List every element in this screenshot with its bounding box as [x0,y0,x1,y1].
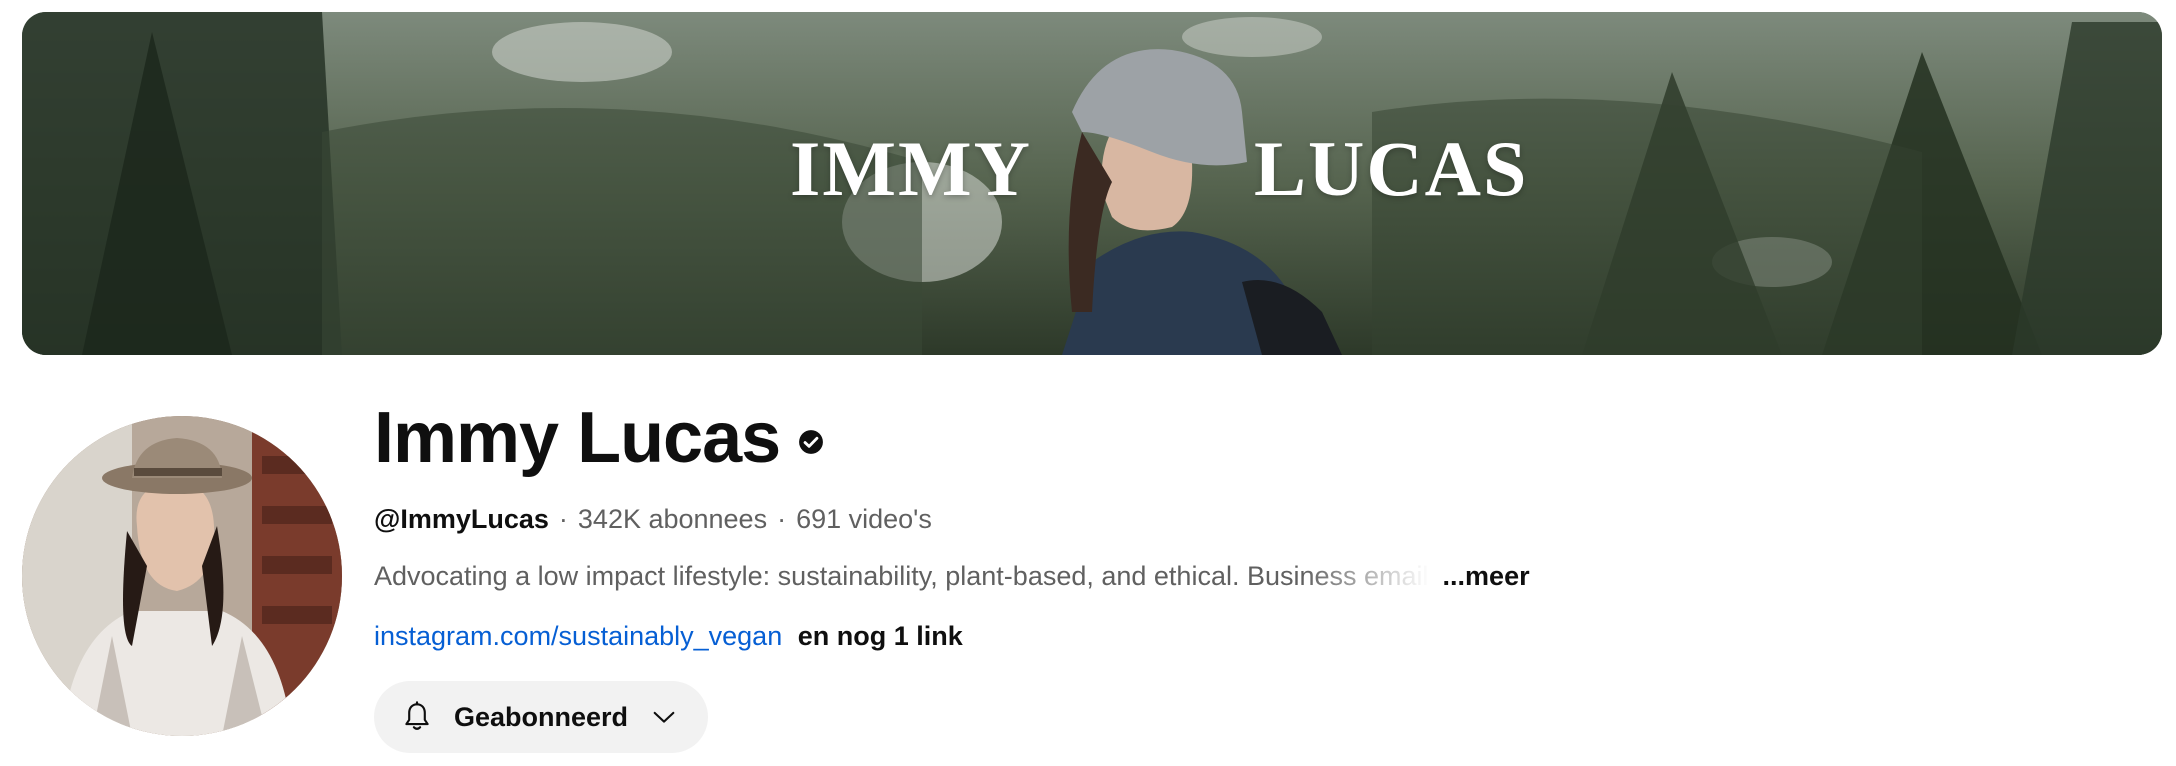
channel-avatar[interactable] [22,416,342,736]
channel-name: Immy Lucas [374,398,781,478]
video-count: 691 video's [796,504,932,534]
avatar-image [22,416,342,736]
banner-title-last: LUCAS [1254,125,1529,212]
verified-badge-icon [798,429,824,455]
subscribed-label: Geabonneerd [454,701,629,732]
banner-image [22,12,2162,355]
subscriber-count: 342K abonnees [577,504,768,534]
channel-links: instagram.com/sustainably_vegan en nog 1… [374,618,2134,654]
more-links-button[interactable]: en nog 1 link [798,621,963,651]
channel-info: Immy Lucas @ImmyLucas · 342K abonnees · 691 … [374,392,2134,753]
meta-separator: · [558,504,568,534]
channel-description[interactable]: Advocating a low impact lifestyle: susta… [374,558,2134,594]
channel-meta: @ImmyLucas · 342K abonnees · 691 video's [374,501,2134,537]
banner-title-first: IMMY [790,125,1032,212]
instagram-link[interactable]: instagram.com/sustainably_vegan [374,621,782,651]
description-text: Advocating a low impact lifestyle: susta… [374,561,1429,591]
channel-handle: @ImmyLucas [374,504,549,534]
title-row: Immy Lucas [374,392,2134,484]
more-button[interactable]: ...meer [1443,558,1530,594]
bell-icon [400,700,434,734]
chevron-down-icon [650,703,678,731]
meta-separator: · [777,504,787,534]
channel-banner: IMMY LUCAS [22,12,2162,355]
subscribed-button[interactable]: Geabonneerd [374,681,709,753]
